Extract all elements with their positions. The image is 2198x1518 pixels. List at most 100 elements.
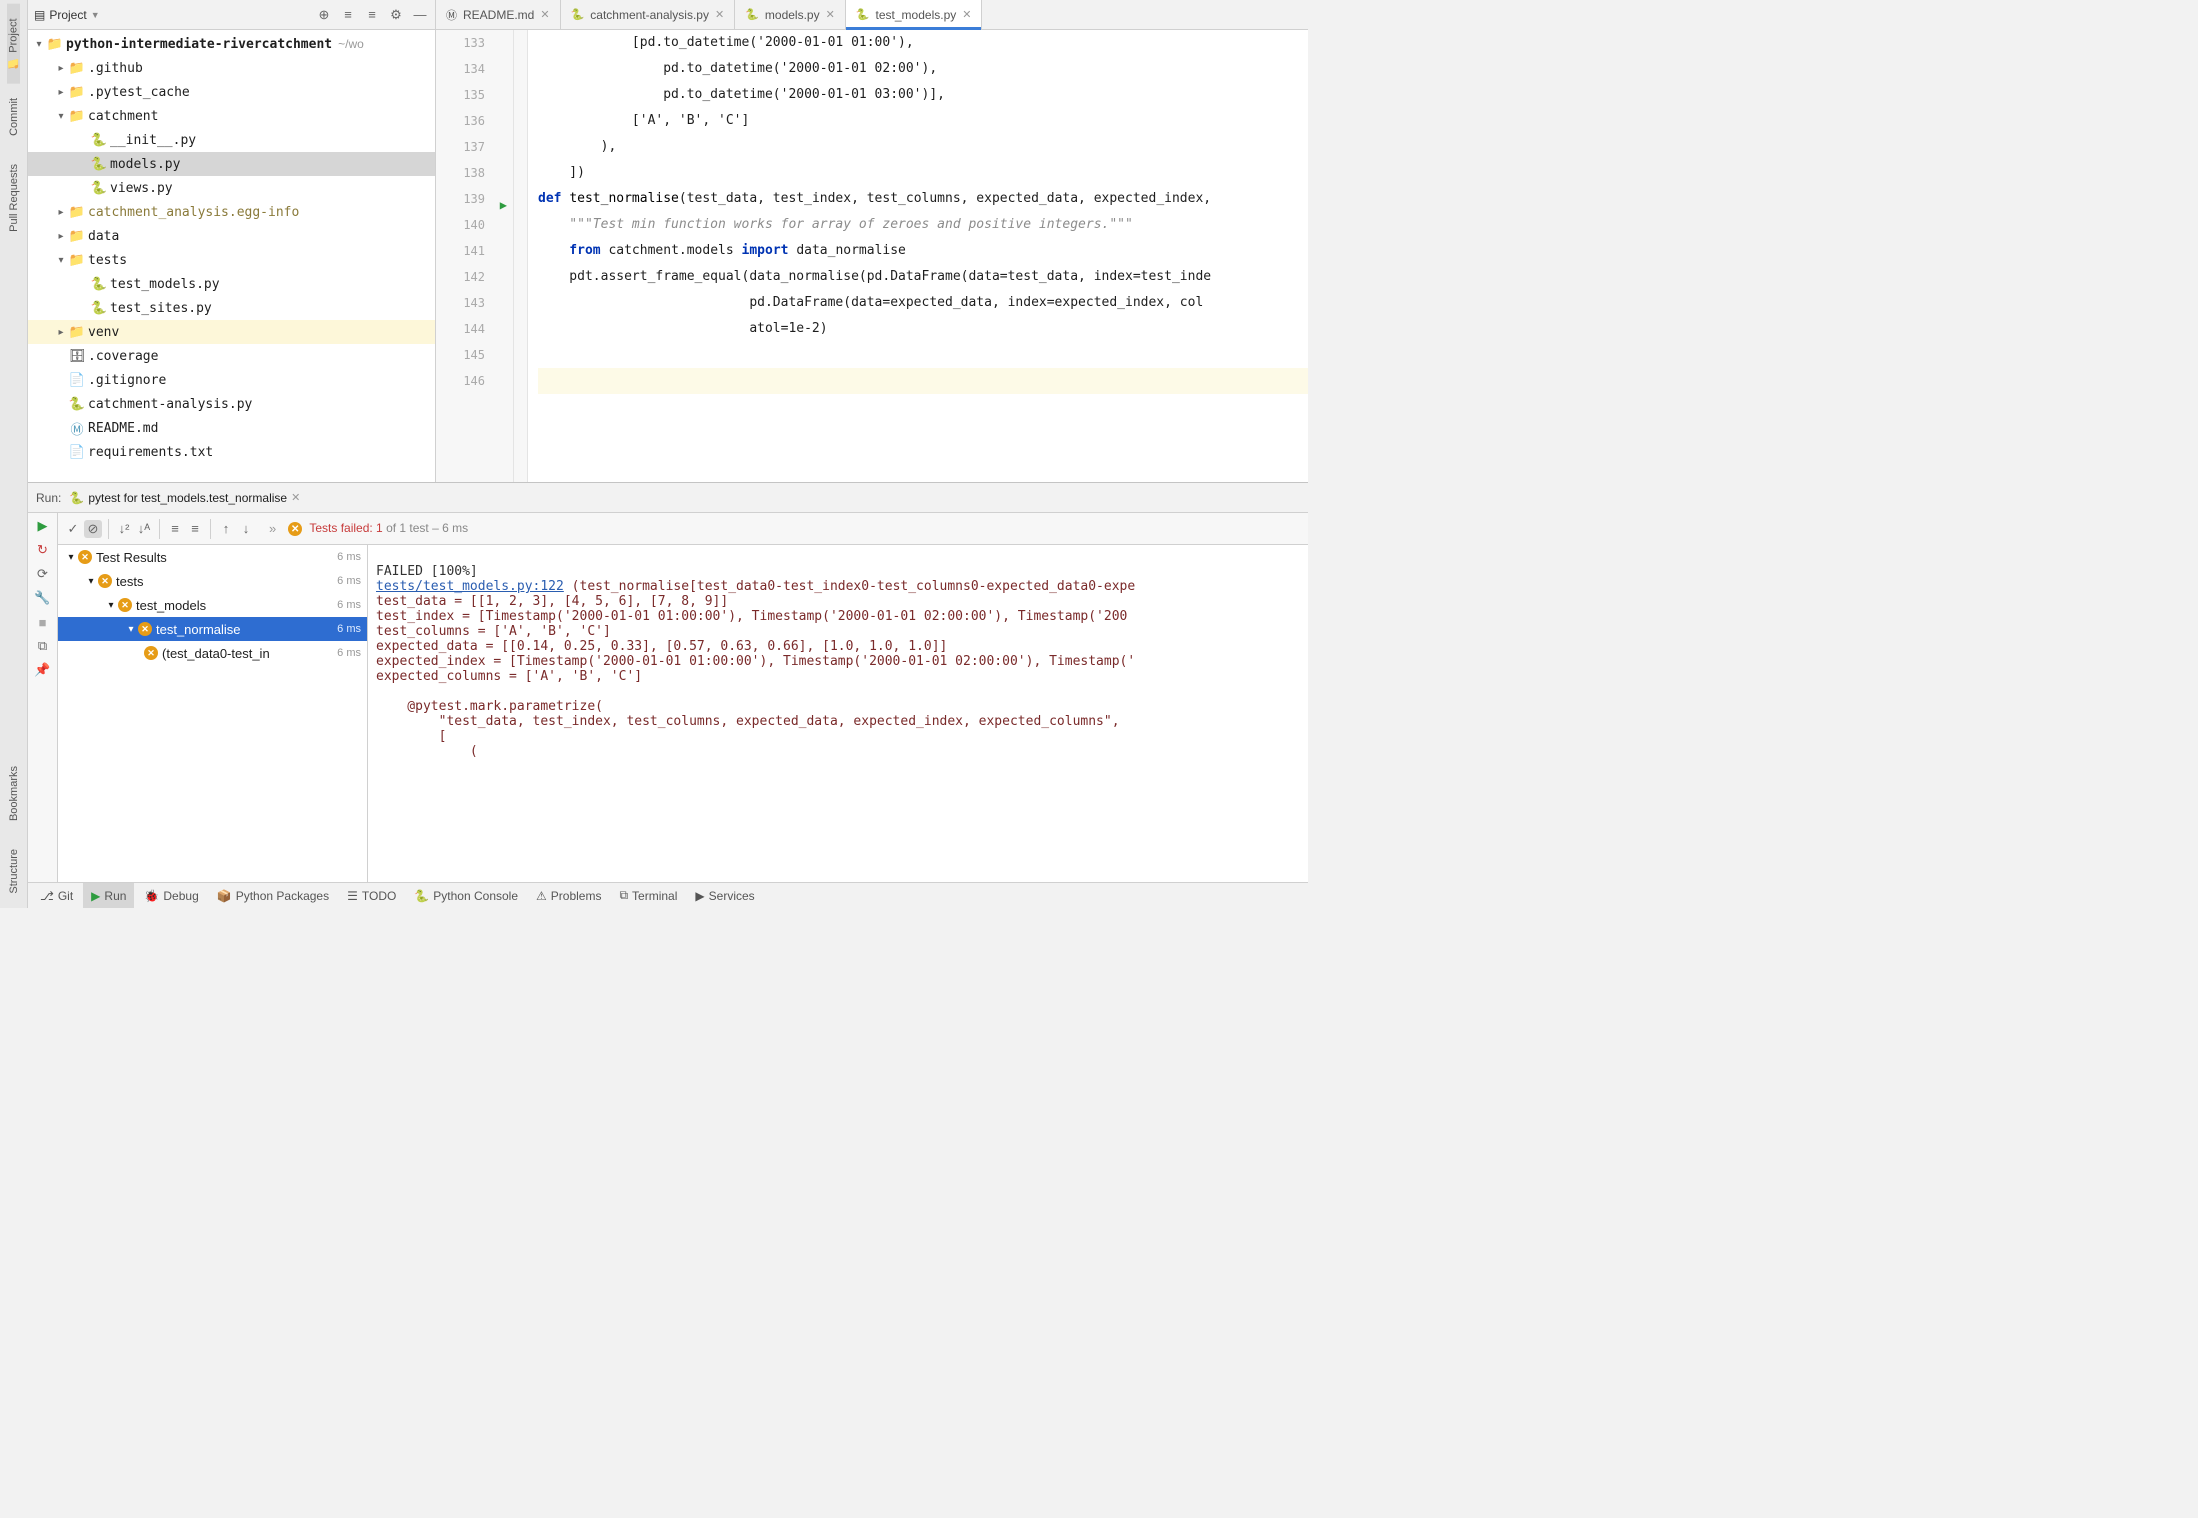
gutter-line[interactable]: 135 xyxy=(436,82,485,108)
tree-row[interactable]: 🐍test_sites.py xyxy=(28,296,435,320)
chevron-right-icon[interactable]: ▸ xyxy=(54,207,68,218)
rail-structure[interactable]: Structure xyxy=(8,835,20,908)
tree-row[interactable]: ▸📁catchment_analysis.egg-info xyxy=(28,200,435,224)
down-icon[interactable]: ↓ xyxy=(237,520,255,538)
bottom-packages[interactable]: 📦Python Packages xyxy=(209,883,337,908)
chevron-down-icon[interactable]: ▾ xyxy=(54,255,68,266)
gutter-line[interactable]: 146 xyxy=(436,368,485,394)
bottom-debug[interactable]: 🐞Debug xyxy=(136,883,206,908)
show-ignored-icon[interactable]: ⊘ xyxy=(84,520,102,538)
close-icon[interactable]: ✕ xyxy=(291,491,300,504)
chevron-right-icon[interactable]: ▸ xyxy=(54,63,68,74)
test-tree-row[interactable]: ▾✕tests6 ms xyxy=(58,569,367,593)
pin-icon[interactable]: 📌 xyxy=(34,661,52,679)
rail-project[interactable]: 📁Project xyxy=(7,4,20,84)
project-tree[interactable]: ▾ 📁 python-intermediate-rivercatchment ~… xyxy=(28,30,435,482)
chevron-down-icon[interactable]: ▾ xyxy=(84,576,98,587)
test-tree[interactable]: ▾✕Test Results6 ms▾✕tests6 ms▾✕test_mode… xyxy=(58,545,368,882)
close-icon[interactable]: ✕ xyxy=(826,8,835,21)
gutter-line[interactable]: 144 xyxy=(436,316,485,342)
chevron-down-icon[interactable]: ▾ xyxy=(104,600,118,611)
run-config[interactable]: 🐍 pytest for test_models.test_normalise … xyxy=(69,491,300,505)
sort-alpha-icon[interactable]: ↓ᴬ xyxy=(135,520,153,538)
gutter-line[interactable]: 145 xyxy=(436,342,485,368)
chevron-down-icon[interactable]: ▾ xyxy=(32,39,46,50)
collapse-all-icon[interactable]: ≡ xyxy=(363,6,381,24)
tree-row[interactable]: ▸📁.pytest_cache xyxy=(28,80,435,104)
bottom-terminal[interactable]: ⧉Terminal xyxy=(611,883,685,908)
gutter-line[interactable]: 141 xyxy=(436,238,485,264)
rail-bookmarks[interactable]: Bookmarks xyxy=(8,752,20,835)
bottom-console[interactable]: 🐍Python Console xyxy=(406,883,526,908)
tree-row[interactable]: 📄requirements.txt xyxy=(28,440,435,464)
bottom-git[interactable]: ⎇Git xyxy=(32,883,81,908)
expand-icon[interactable]: ≡ xyxy=(166,520,184,538)
test-output[interactable]: FAILED [100%] tests/test_models.py:122 (… xyxy=(368,545,1308,882)
expand-all-icon[interactable]: ≡ xyxy=(339,6,357,24)
toggle-autotest-icon[interactable]: ⟳ xyxy=(34,565,52,583)
chevron-down-icon[interactable]: ▾ xyxy=(54,111,68,122)
tree-row[interactable]: ▾📁tests xyxy=(28,248,435,272)
tree-row[interactable]: 🗄.coverage xyxy=(28,344,435,368)
gutter-line[interactable]: 140 xyxy=(436,212,485,238)
editor-tab[interactable]: 🐍catchment-analysis.py✕ xyxy=(561,0,736,29)
close-icon[interactable]: ✕ xyxy=(540,8,549,21)
test-tree-row[interactable]: ✕(test_data0-test_in6 ms xyxy=(58,641,367,665)
gutter-line[interactable]: 143 xyxy=(436,290,485,316)
tree-row[interactable]: ▾📁catchment xyxy=(28,104,435,128)
tree-row[interactable]: ▸📁data xyxy=(28,224,435,248)
tree-row[interactable]: 🐍models.py xyxy=(28,152,435,176)
rail-commit[interactable]: Commit xyxy=(8,84,20,150)
stop-icon[interactable]: ■ xyxy=(34,613,52,631)
tree-row[interactable]: ▸📁venv xyxy=(28,320,435,344)
gutter-line[interactable]: 142 xyxy=(436,264,485,290)
close-icon[interactable]: ✕ xyxy=(715,8,724,21)
editor-tab[interactable]: ⓂREADME.md✕ xyxy=(436,0,561,29)
gutter-line[interactable]: 138 xyxy=(436,160,485,186)
tree-row[interactable]: 🐍views.py xyxy=(28,176,435,200)
bottom-problems[interactable]: ⚠Problems xyxy=(528,883,609,908)
chevron-down-icon[interactable]: ▾ xyxy=(124,624,138,635)
run-gutter-icon[interactable]: ▶ xyxy=(500,192,507,218)
gear-icon[interactable]: ⚙ xyxy=(387,6,405,24)
code-area[interactable]: [pd.to_datetime('2000-01-01 01:00'), pd.… xyxy=(528,30,1308,482)
tree-row[interactable]: 🐍catchment-analysis.py xyxy=(28,392,435,416)
show-passed-icon[interactable]: ✓ xyxy=(64,520,82,538)
test-tree-row[interactable]: ▾✕test_normalise6 ms xyxy=(58,617,367,641)
tree-root[interactable]: ▾ 📁 python-intermediate-rivercatchment ~… xyxy=(28,32,435,56)
collapse-icon[interactable]: ≡ xyxy=(186,520,204,538)
chevron-right-icon[interactable]: ▸ xyxy=(54,327,68,338)
tree-row[interactable]: ⓂREADME.md xyxy=(28,416,435,440)
sort-icon[interactable]: ↓² xyxy=(115,520,133,538)
hide-icon[interactable]: — xyxy=(411,6,429,24)
chevron-down-icon[interactable]: ▾ xyxy=(64,552,78,563)
close-icon[interactable]: ✕ xyxy=(962,8,971,21)
gutter-line[interactable]: 139▶ xyxy=(436,186,485,212)
bottom-run[interactable]: ▶Run xyxy=(83,883,134,908)
gutter-line[interactable]: 136 xyxy=(436,108,485,134)
layout-icon[interactable]: ⧉ xyxy=(34,637,52,655)
editor-tab[interactable]: 🐍models.py✕ xyxy=(735,0,846,29)
wrench-icon[interactable]: 🔧 xyxy=(34,589,52,607)
output-link[interactable]: tests/test_models.py:122 xyxy=(376,579,564,594)
rail-pull-requests[interactable]: Pull Requests xyxy=(8,150,20,246)
gutter-line[interactable]: 133 xyxy=(436,30,485,56)
chevron-right-icon[interactable]: ▸ xyxy=(54,87,68,98)
editor-tab[interactable]: 🐍test_models.py✕ xyxy=(846,0,983,29)
project-title[interactable]: ▤ Project ▼ xyxy=(34,8,100,22)
locate-icon[interactable]: ⊕ xyxy=(315,6,333,24)
chevron-right-icon[interactable]: ▸ xyxy=(54,231,68,242)
bottom-todo[interactable]: ☰TODO xyxy=(339,883,404,908)
bottom-services[interactable]: ▶Services xyxy=(687,883,762,908)
tree-row[interactable]: 🐍__init__.py xyxy=(28,128,435,152)
test-tree-row[interactable]: ▾✕Test Results6 ms xyxy=(58,545,367,569)
tree-row[interactable]: 📄.gitignore xyxy=(28,368,435,392)
rerun-failed-icon[interactable]: ↻ xyxy=(34,541,52,559)
tree-row[interactable]: 🐍test_models.py xyxy=(28,272,435,296)
gutter-line[interactable]: 137 xyxy=(436,134,485,160)
up-icon[interactable]: ↑ xyxy=(217,520,235,538)
gutter-line[interactable]: 134 xyxy=(436,56,485,82)
tree-row[interactable]: ▸📁.github xyxy=(28,56,435,80)
test-tree-row[interactable]: ▾✕test_models6 ms xyxy=(58,593,367,617)
run-icon[interactable]: ▶ xyxy=(34,517,52,535)
